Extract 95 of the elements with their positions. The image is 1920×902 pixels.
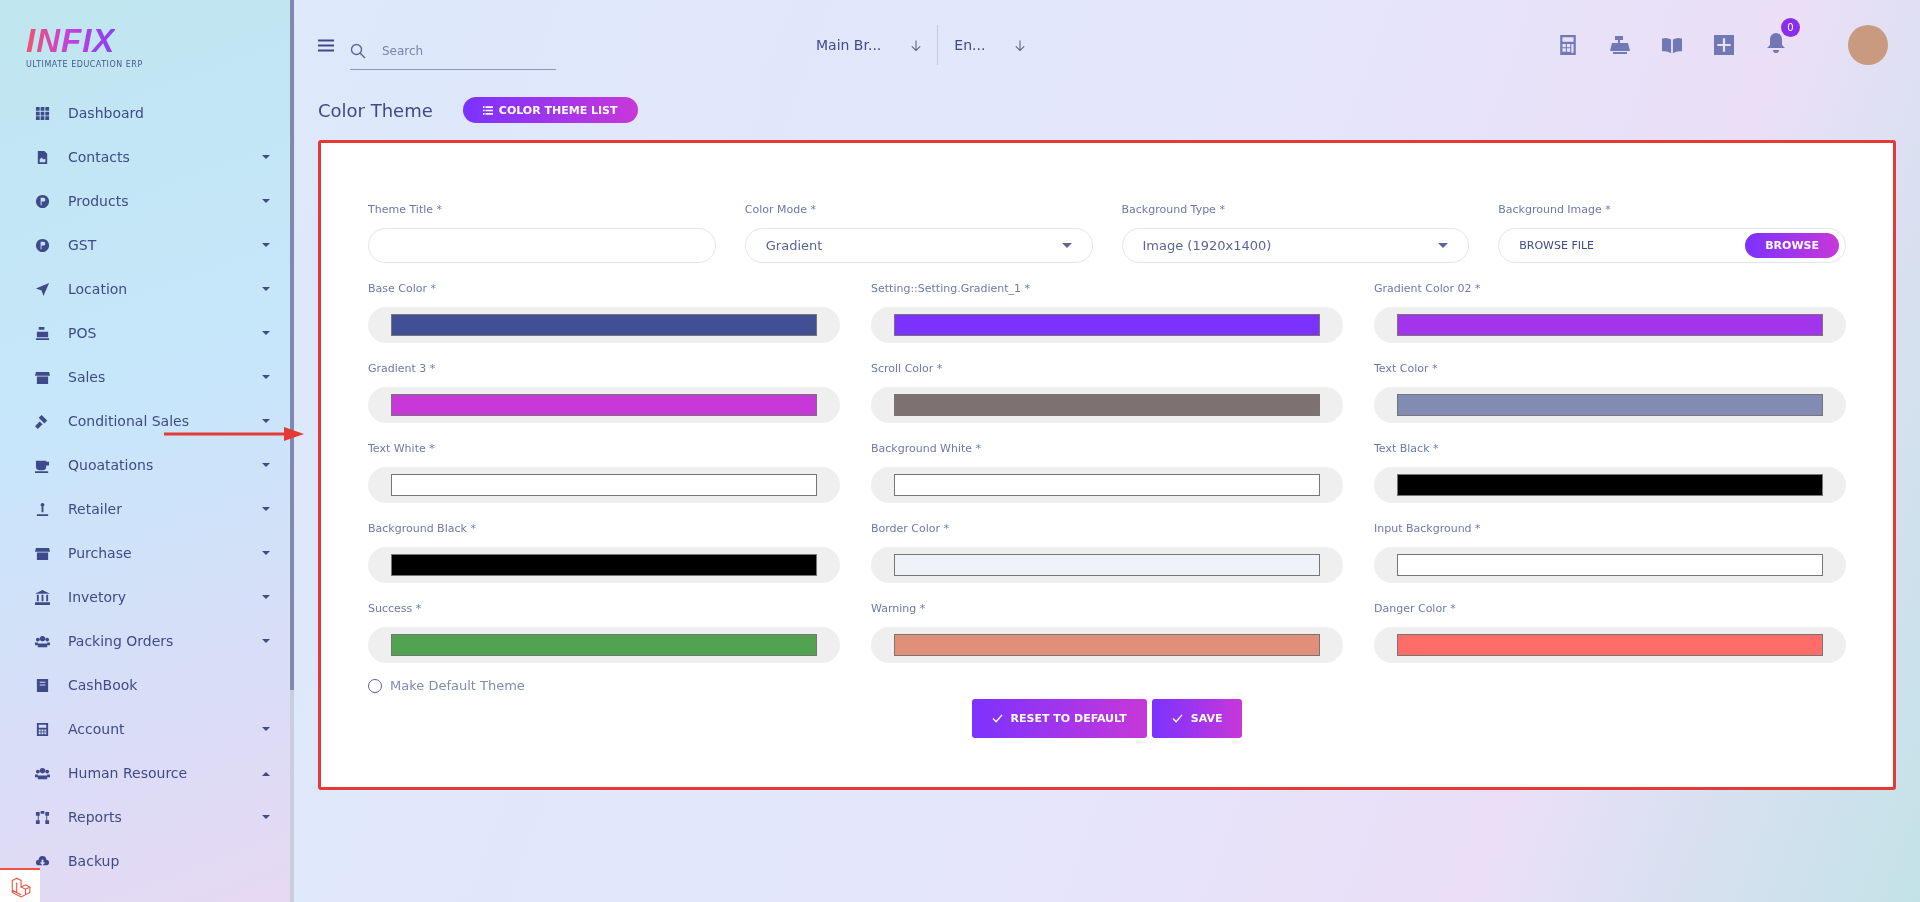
field-label: Success * bbox=[368, 602, 423, 615]
sidebar-item[interactable]: Contacts bbox=[0, 135, 290, 179]
debug-bar-icon[interactable] bbox=[0, 868, 40, 902]
sidebar-item[interactable]: Location bbox=[0, 267, 290, 311]
sidebar-item[interactable]: Human Resource bbox=[0, 751, 290, 795]
field-label: Background Type * bbox=[1121, 203, 1226, 216]
color-picker-field[interactable] bbox=[871, 547, 1343, 583]
field-label: Background Black * bbox=[368, 522, 477, 535]
search-field[interactable]: Search bbox=[380, 42, 534, 59]
menu-icon[interactable] bbox=[318, 38, 334, 52]
menu-item-icon bbox=[35, 545, 50, 561]
sidebar-item[interactable]: Purchase bbox=[0, 531, 290, 575]
browse-button[interactable]: BROWSE bbox=[1745, 233, 1839, 258]
sidebar-item[interactable]: Sales bbox=[0, 355, 290, 399]
field-label: Base Color * bbox=[368, 282, 437, 295]
menu-item-icon bbox=[35, 325, 50, 341]
color-picker-field[interactable] bbox=[1374, 467, 1846, 503]
arrow-down-icon bbox=[1015, 38, 1026, 52]
field-label: Danger Color * bbox=[1374, 602, 1457, 615]
search-icon bbox=[350, 42, 366, 59]
color-picker-field[interactable] bbox=[871, 387, 1343, 423]
menu-item-icon bbox=[35, 589, 50, 605]
color-picker-field[interactable] bbox=[871, 467, 1343, 503]
sidebar-item[interactable]: CashBook bbox=[0, 663, 290, 707]
bell-icon[interactable] bbox=[1766, 33, 1786, 53]
color-picker-field[interactable] bbox=[368, 307, 840, 343]
color-picker-field[interactable] bbox=[368, 627, 840, 663]
arrow-down-icon bbox=[911, 38, 922, 52]
field-label: Theme Title * bbox=[368, 203, 443, 216]
cash-register-icon[interactable] bbox=[1610, 35, 1630, 55]
menu-item-icon bbox=[35, 721, 50, 737]
field-label: Gradient Color 02 * bbox=[1374, 282, 1482, 295]
sidebar-item[interactable]: Conditional Sales bbox=[0, 399, 290, 443]
sidebar-item[interactable]: GST bbox=[0, 223, 290, 267]
menu-item-icon bbox=[35, 149, 50, 165]
color-picker-field[interactable] bbox=[1374, 307, 1846, 343]
logo-tagline: ULTIMATE EDUCATION ERP bbox=[26, 60, 143, 69]
color-picker-field[interactable] bbox=[368, 387, 840, 423]
color-picker-field[interactable] bbox=[871, 307, 1343, 343]
menu-item-icon bbox=[35, 413, 50, 429]
color-picker-field[interactable] bbox=[1374, 547, 1846, 583]
color-picker-field[interactable] bbox=[1374, 387, 1846, 423]
color-picker-field[interactable] bbox=[1374, 627, 1846, 663]
form-button[interactable]: SAVE bbox=[1151, 699, 1243, 738]
field-label: Border Color * bbox=[871, 522, 951, 535]
caret-icon bbox=[1061, 242, 1072, 249]
field-label: Color Mode * bbox=[744, 203, 817, 216]
field-label: Gradient 3 * bbox=[368, 362, 437, 375]
sidebar-item[interactable]: POS bbox=[0, 311, 290, 355]
menu-item-icon bbox=[35, 281, 50, 297]
notification-badge: 0 bbox=[1781, 18, 1800, 37]
menu-item-icon bbox=[35, 105, 50, 121]
menu-item-icon bbox=[35, 809, 50, 825]
book-icon[interactable] bbox=[1662, 35, 1682, 55]
sidebar-item[interactable]: Backup bbox=[0, 839, 290, 883]
field-label: Background Image * bbox=[1498, 203, 1612, 216]
color-picker-field[interactable] bbox=[368, 547, 840, 583]
check-icon bbox=[991, 714, 1003, 723]
menu-item-icon bbox=[35, 677, 50, 693]
sidebar-item[interactable]: Quoatations bbox=[0, 443, 290, 487]
field-label: Scroll Color * bbox=[871, 362, 944, 375]
menu-item-icon bbox=[35, 633, 50, 649]
field-label: Warning * bbox=[871, 602, 927, 615]
check-icon bbox=[1171, 714, 1183, 723]
color-picker-field[interactable] bbox=[368, 467, 840, 503]
branch-select[interactable]: Main Br... bbox=[800, 37, 938, 53]
calculator-icon[interactable] bbox=[1558, 35, 1578, 55]
sidebar-item[interactable]: Invetory bbox=[0, 575, 290, 619]
sidebar-item[interactable]: Reports bbox=[0, 795, 290, 839]
field-label: Text Color * bbox=[1374, 362, 1439, 375]
sidebar-item[interactable]: Products bbox=[0, 179, 290, 223]
field-label: Background White * bbox=[871, 442, 983, 455]
menu-item-icon bbox=[35, 765, 50, 781]
field-label: Setting::Setting.Gradient_1 * bbox=[871, 282, 1032, 295]
menu-item-icon bbox=[35, 193, 50, 209]
color-theme-list-button[interactable]: COLOR THEME LIST bbox=[462, 97, 638, 123]
text-input-field[interactable] bbox=[368, 228, 716, 263]
color-picker-field[interactable] bbox=[871, 627, 1343, 663]
page-title: Color Theme bbox=[318, 99, 433, 121]
sidebar-item[interactable]: Dashboard bbox=[0, 91, 290, 135]
menu-item-icon bbox=[35, 237, 50, 253]
field-label: Input Background * bbox=[1374, 522, 1482, 535]
scrollbar[interactable] bbox=[290, 0, 294, 690]
field-label: Text White * bbox=[368, 442, 436, 455]
sidebar-item[interactable]: Packing Orders bbox=[0, 619, 290, 663]
caret-icon bbox=[1438, 242, 1449, 249]
sidebar-item[interactable]: Account bbox=[0, 707, 290, 751]
language-select[interactable]: En... bbox=[938, 37, 1042, 53]
radio-label: Make Default Theme bbox=[390, 678, 525, 693]
list-icon bbox=[482, 105, 493, 115]
menu-item-icon bbox=[35, 369, 50, 385]
field-label: Text Black * bbox=[1374, 442, 1440, 455]
menu-item-icon bbox=[35, 501, 50, 517]
form-button[interactable]: RESET TO DEFAULT bbox=[971, 699, 1147, 738]
sidebar-item[interactable]: Retailer bbox=[0, 487, 290, 531]
